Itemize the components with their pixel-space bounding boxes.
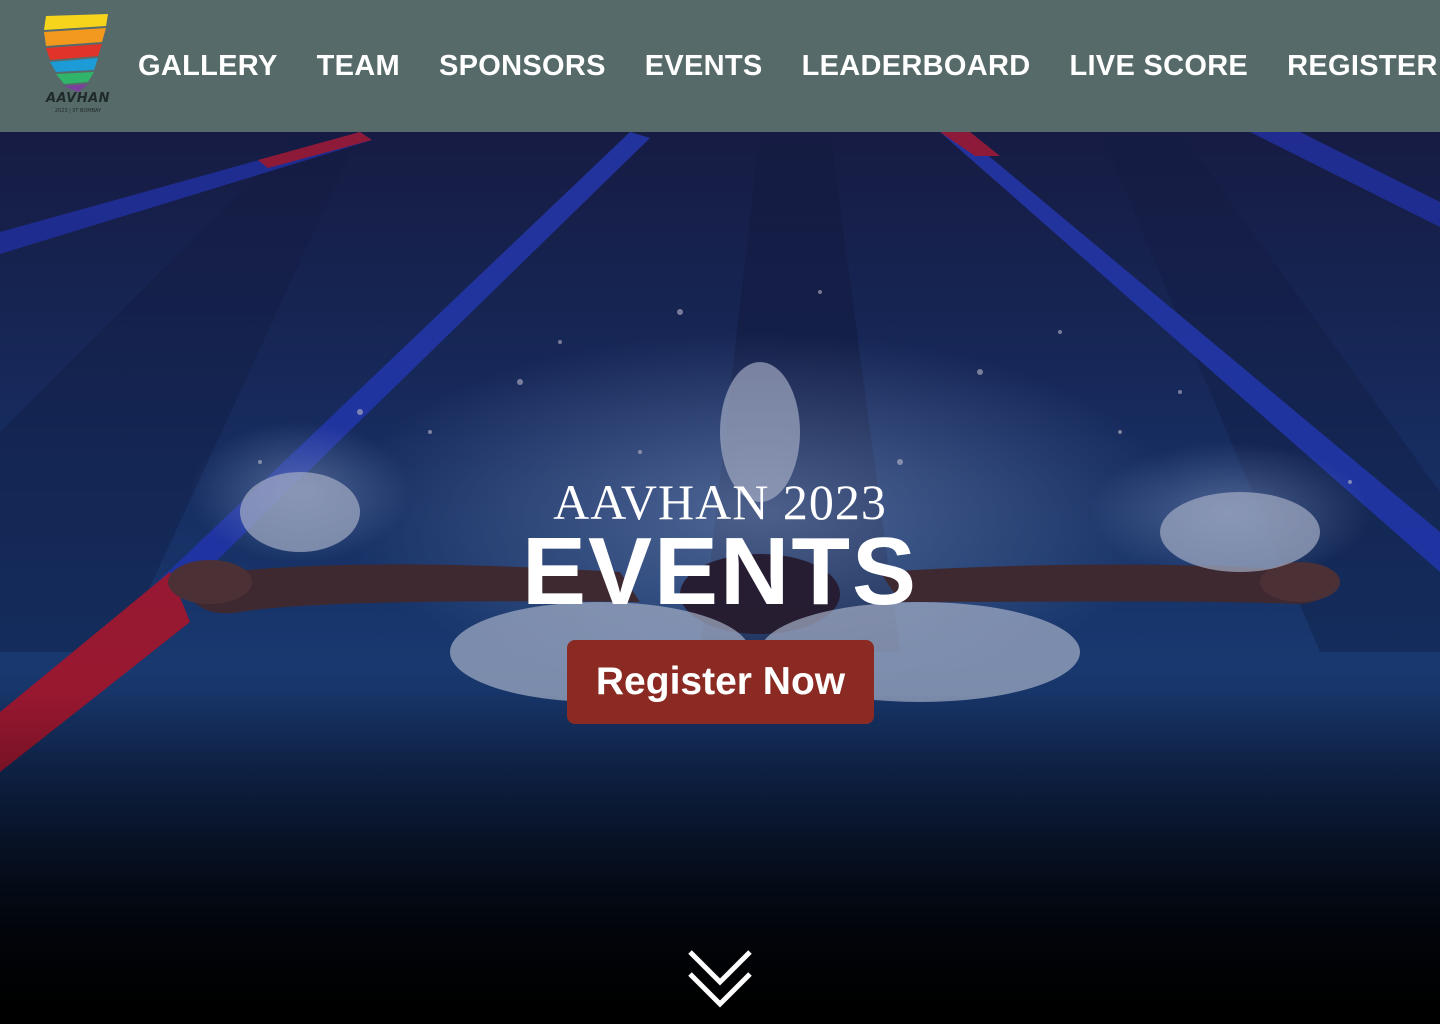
logo-wordmark: AAVHAN	[45, 91, 111, 106]
nav-register[interactable]: REGISTER	[1287, 51, 1438, 81]
aavhan-logo[interactable]: AAVHAN 2023 | IIT BOMBAY	[40, 12, 116, 120]
register-now-button[interactable]: Register Now	[567, 640, 874, 724]
main-nav: GALLERY TEAM SPONSORS EVENTS LEADERBOARD…	[138, 0, 1438, 132]
nav-leaderboard[interactable]: LEADERBOARD	[802, 51, 1031, 81]
hero-section: AAVHAN 2023 EVENTS Register Now	[0, 132, 1440, 1024]
hero-title: EVENTS	[521, 518, 919, 625]
shield-logo-icon	[44, 14, 108, 92]
double-chevron-down-icon[interactable]	[686, 948, 754, 1010]
nav-team[interactable]: TEAM	[317, 51, 400, 81]
nav-events[interactable]: EVENTS	[645, 51, 763, 81]
navbar: AAVHAN 2023 | IIT BOMBAY GALLERY TEAM SP…	[0, 0, 1440, 132]
nav-sponsors[interactable]: SPONSORS	[439, 51, 606, 81]
nav-live-score[interactable]: LIVE SCORE	[1069, 51, 1248, 81]
logo-subtext: 2023 | IIT BOMBAY	[54, 108, 102, 114]
nav-gallery[interactable]: GALLERY	[138, 51, 278, 81]
